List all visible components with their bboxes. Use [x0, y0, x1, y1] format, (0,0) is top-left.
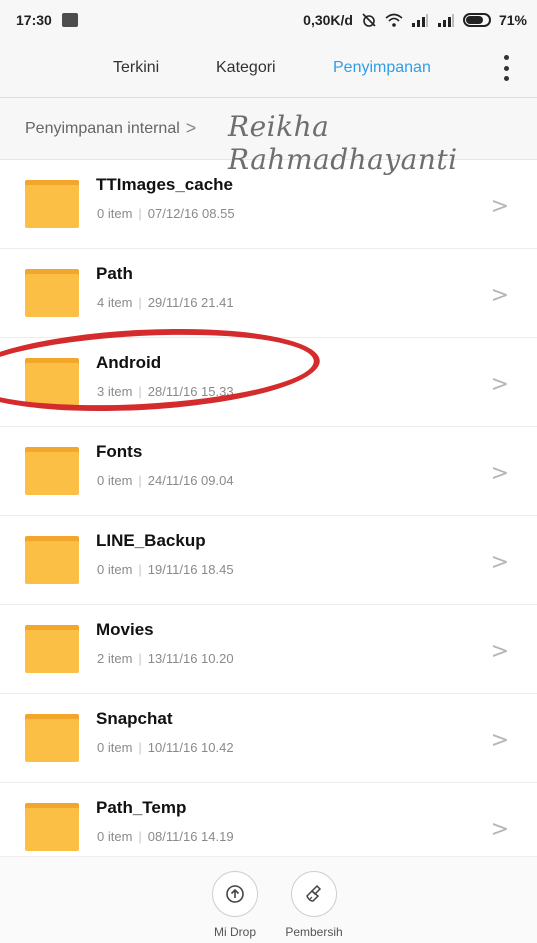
folder-name: LINE_Backup — [96, 531, 206, 550]
list-item[interactable]: TTImages_cache 0 item | 07/12/16 08.55 > — [0, 160, 537, 249]
breadcrumb-separator: > — [185, 118, 197, 138]
folder-icon — [25, 180, 79, 228]
status-right: 0,30K/d 71% — [303, 12, 527, 28]
folder-meta: 0 item | 10/11/16 10.42 — [97, 740, 234, 755]
folder-name: TTImages_cache — [96, 175, 234, 194]
status-bar: 17:30 0,30K/d 71% — [0, 0, 537, 40]
folder-name: Fonts — [96, 442, 143, 461]
chevron-right-icon: > — [490, 461, 509, 486]
folder-name: Android — [96, 353, 162, 372]
folder-icon — [25, 358, 79, 406]
folder-icon — [25, 447, 79, 495]
signal-icon — [411, 14, 428, 27]
chevron-right-icon: > — [490, 728, 509, 753]
list-item[interactable]: Android 3 item | 28/11/16 15.33 > — [0, 338, 537, 427]
tab-bar: Terkini Kategori Penyimpanan — [0, 40, 537, 98]
status-time: 17:30 — [16, 12, 52, 28]
list-item[interactable]: Movies 2 item | 13/11/16 10.20 > — [0, 605, 537, 694]
net-speed: 0,30K/d — [303, 12, 353, 28]
mi-drop-icon — [212, 871, 258, 917]
folder-icon — [25, 269, 79, 317]
folder-list: TTImages_cache 0 item | 07/12/16 08.55 > P… — [0, 160, 537, 872]
breadcrumb-internal-storage[interactable]: Penyimpanan internal — [25, 120, 180, 138]
folder-icon — [25, 625, 79, 673]
folder-name: Snapchat — [96, 709, 173, 728]
chevron-right-icon: > — [490, 283, 509, 308]
list-item[interactable]: Path 4 item | 29/11/16 21.41 > — [0, 249, 537, 338]
folder-meta: 3 item | 28/11/16 15.33 — [97, 384, 234, 399]
broom-icon — [291, 871, 337, 917]
folder-meta: 0 item | 19/11/16 18.45 — [97, 562, 234, 577]
mi-drop-label: Mi Drop — [213, 925, 256, 939]
tab-terkini[interactable]: Terkini — [113, 59, 159, 77]
tab-penyimpanan[interactable]: Penyimpanan — [333, 59, 431, 77]
folder-icon — [25, 536, 79, 584]
chevron-right-icon: > — [490, 639, 509, 664]
battery-icon — [462, 13, 491, 27]
list-item[interactable]: Fonts 0 item | 24/11/16 09.04 > — [0, 427, 537, 516]
folder-name: Path — [96, 264, 133, 283]
more-options-icon[interactable] — [503, 55, 509, 81]
folder-icon — [25, 714, 79, 762]
alarm-off-icon — [362, 13, 376, 27]
chevron-right-icon: > — [490, 817, 509, 842]
list-item[interactable]: Snapchat 0 item | 10/11/16 10.42 > — [0, 694, 537, 783]
notification-icon — [61, 13, 78, 27]
folder-name: Path_Temp — [96, 798, 187, 817]
chevron-right-icon: > — [490, 550, 509, 575]
folder-icon — [25, 803, 79, 851]
signal-icon — [437, 14, 454, 27]
folder-meta: 4 item | 29/11/16 21.41 — [97, 295, 234, 310]
folder-meta: 0 item | 08/11/16 14.19 — [97, 829, 234, 844]
wifi-icon — [385, 13, 403, 27]
folder-meta: 0 item | 07/12/16 08.55 — [97, 206, 235, 221]
cleaner-button[interactable]: Pembersih — [285, 871, 343, 939]
list-item[interactable]: LINE_Backup 0 item | 19/11/16 18.45 > — [0, 516, 537, 605]
battery-level: 71% — [498, 12, 527, 28]
chevron-right-icon: > — [490, 194, 509, 219]
mi-drop-button[interactable]: Mi Drop — [210, 871, 260, 939]
chevron-right-icon: > — [490, 372, 509, 397]
folder-meta: 2 item | 13/11/16 10.20 — [97, 651, 234, 666]
tab-kategori[interactable]: Kategori — [216, 59, 276, 77]
bottom-bar: Mi Drop Pembersih — [0, 856, 537, 943]
folder-meta: 0 item | 24/11/16 09.04 — [97, 473, 234, 488]
folder-name: Movies — [96, 620, 154, 639]
cleaner-label: Pembersih — [285, 925, 343, 939]
